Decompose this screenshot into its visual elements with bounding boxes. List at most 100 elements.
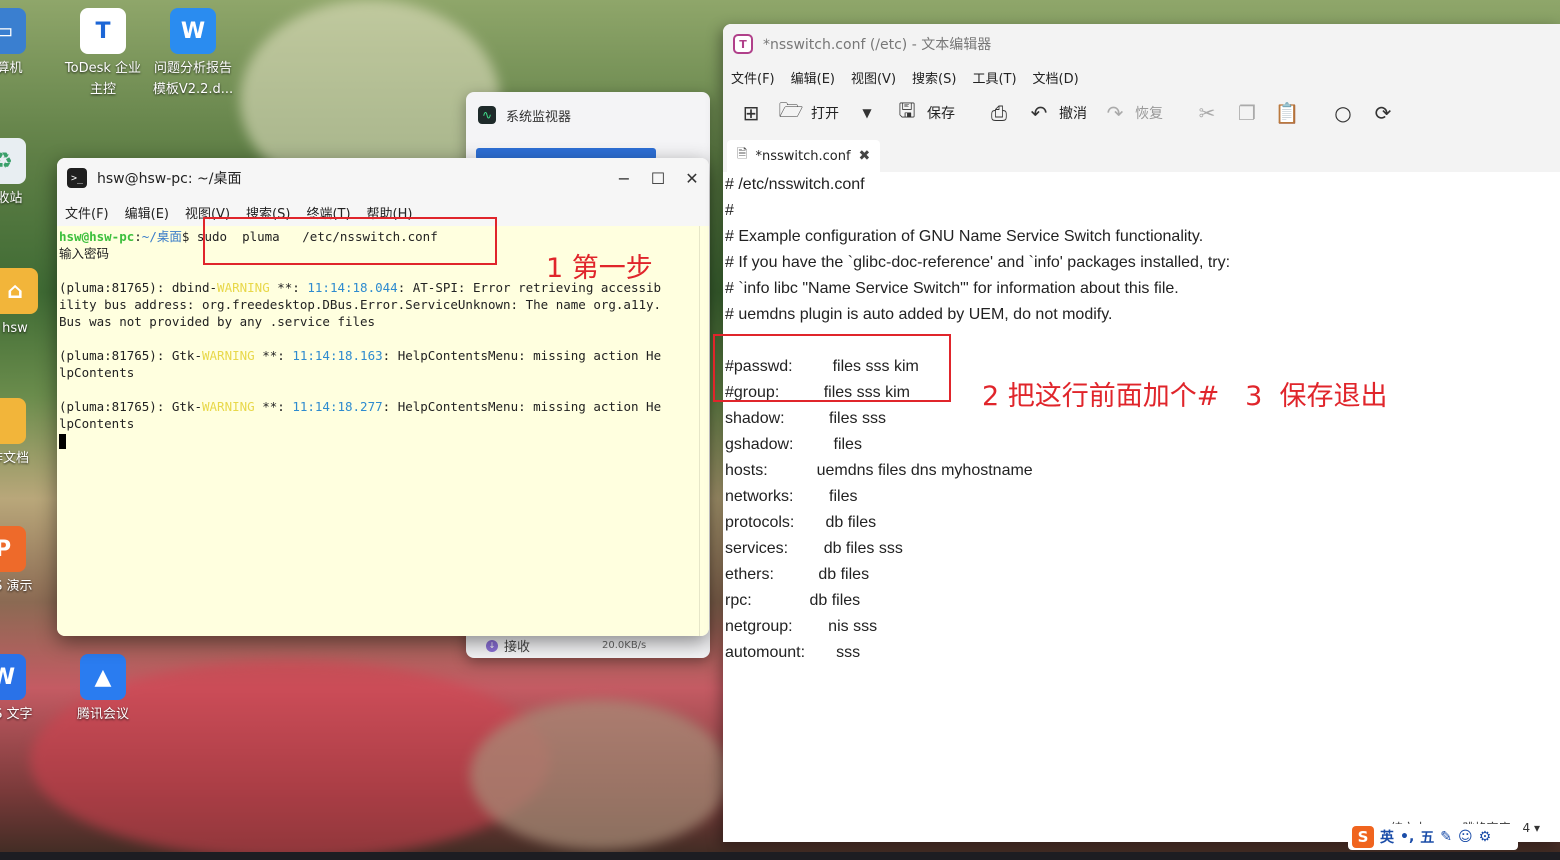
output-text: (pluma:81765): Gtk-: [59, 348, 202, 363]
warning-text: WARNING: [202, 348, 255, 363]
output-text: (pluma:81765): dbind-: [59, 280, 218, 295]
desktop-icon-label: 问题分析报告 模板V2.2.d...: [152, 61, 234, 97]
find-button[interactable]: ○: [1325, 95, 1361, 131]
desktop-icon-wps-present[interactable]: P WPS 演示: [0, 526, 46, 597]
menu-search[interactable]: 搜索(S): [912, 68, 956, 87]
terminal-titlebar[interactable]: >_ hsw@hsw-pc: ~/桌面 − ☐ ✕: [57, 158, 709, 198]
undo-icon: ↶: [1030, 101, 1048, 125]
open-recent-dropdown[interactable]: ▼: [849, 95, 885, 131]
save-button[interactable]: 🖫 保存: [889, 95, 961, 131]
editor-titlebar[interactable]: T *nsswitch.conf (/etc) - 文本编辑器: [723, 24, 1560, 64]
system-monitor-title: 系统监视器: [506, 109, 572, 125]
menu-documents[interactable]: 文档(D): [1033, 68, 1079, 87]
ime-layout[interactable]: 五: [1420, 827, 1434, 847]
terminal-output-line: lpContents: [59, 416, 135, 431]
terminal-output[interactable]: hsw@hsw-pc:~/桌面$ sudo pluma /etc/nsswitc…: [57, 226, 699, 636]
menu-edit[interactable]: 编辑(E): [791, 68, 835, 87]
undo-button[interactable]: ↶ 撤消: [1021, 95, 1093, 131]
network-receive-speed: 20.0KB/s: [602, 640, 647, 651]
find-replace-button[interactable]: ⟳: [1365, 95, 1401, 131]
desktop-icon-workdocs[interactable]: 工作文档: [0, 398, 46, 469]
clipboard-icon: 📋: [1274, 101, 1300, 125]
redo-button[interactable]: ↷ 恢复: [1097, 95, 1169, 131]
output-text: : HelpContentsMenu: missing action He: [382, 348, 662, 363]
open-button[interactable]: 🗁 打开: [773, 95, 845, 131]
editor-toolbar: ⊞ 🗁 打开 ▼ 🖫 保存 ⎙ ↶ 撤消 ↷ 恢复 ✂ ❐ 📋 ○ ⟳: [723, 90, 1560, 136]
computer-icon: ▭: [0, 8, 26, 54]
system-monitor-icon: ∿: [478, 106, 496, 124]
desktop-icon-trash[interactable]: ♻ 回收站: [0, 138, 46, 209]
editor-line: # `info libc "Name Service Switch"' for …: [725, 280, 1179, 297]
editor-text-area[interactable]: # /etc/nsswitch.conf # # Example configu…: [723, 172, 1560, 812]
save-icon: 🖫: [898, 98, 916, 122]
editor-line: networks: files: [725, 488, 858, 505]
wps-writer-icon: W: [0, 654, 26, 700]
terminal-output-line: Bus was not provided by any .service fil…: [59, 314, 376, 329]
desktop-icon-wps-writer[interactable]: W WPS 文字: [0, 654, 46, 725]
paste-button[interactable]: 📋: [1269, 95, 1305, 131]
editor-line: # If you have the `glibc-doc-reference' …: [725, 254, 1231, 271]
ime-language-toggle[interactable]: 英: [1380, 827, 1394, 847]
new-document-button[interactable]: ⊞: [733, 95, 769, 131]
menu-file[interactable]: 文件(F): [731, 68, 775, 87]
terminal-icon: >_: [67, 168, 87, 188]
sogou-logo-icon: S: [1352, 826, 1374, 848]
pen-icon[interactable]: ✎: [1440, 829, 1452, 845]
desktop-icon-label: 回收站: [0, 191, 23, 206]
input-method-bar[interactable]: S 英 •, 五 ✎ ☺ ⚙: [1348, 824, 1518, 850]
ime-punctuation-toggle[interactable]: •,: [1400, 829, 1414, 845]
folder-open-icon: 🗁: [778, 98, 804, 122]
settings-gear-icon[interactable]: ⚙: [1479, 829, 1492, 845]
editor-line: # /etc/nsswitch.conf: [725, 176, 865, 193]
output-text: **:: [269, 280, 308, 295]
desktop-icon-hsw[interactable]: ⌂ hsw: [0, 268, 58, 339]
system-monitor-titlebar[interactable]: ∿ 系统监视器: [466, 92, 710, 138]
print-button[interactable]: ⎙: [981, 95, 1017, 131]
desktop-icon-label: WPS 演示: [0, 579, 33, 594]
open-label: 打开: [811, 106, 839, 122]
output-text: **:: [254, 348, 293, 363]
menu-edit[interactable]: 编辑(E): [125, 203, 169, 222]
output-text: (pluma:81765): Gtk-: [59, 399, 202, 414]
timestamp: 11:14:18.163: [292, 348, 383, 363]
desktop-icon-report[interactable]: W 问题分析报告 模板V2.2.d...: [150, 8, 236, 100]
terminal-scrollbar[interactable]: [699, 226, 709, 636]
editor-line: automount: sss: [725, 644, 861, 661]
menu-tools[interactable]: 工具(T): [972, 68, 1016, 87]
close-tab-icon[interactable]: ✖: [859, 148, 871, 164]
editor-line: rpc: db files: [725, 592, 861, 609]
folder-icon: ⌂: [0, 268, 38, 314]
warning-text: WARNING: [217, 280, 270, 295]
desktop-icon-todesk[interactable]: T ToDesk 企业 主控: [60, 8, 146, 100]
copy-button[interactable]: ❐: [1229, 95, 1265, 131]
wps-presentation-icon: P: [0, 526, 26, 572]
text-editor-window[interactable]: T *nsswitch.conf (/etc) - 文本编辑器 文件(F) 编辑…: [723, 24, 1560, 842]
cut-button[interactable]: ✂: [1189, 95, 1225, 131]
prompt-user: hsw@hsw-pc: [59, 229, 135, 244]
editor-line: hosts: uemdns files dns myhostname: [725, 462, 1033, 479]
network-receive-label: 接收: [504, 640, 531, 655]
editor-menubar: 文件(F) 编辑(E) 视图(V) 搜索(S) 工具(T) 文档(D): [723, 64, 1560, 90]
desktop-icon-tencent-meeting[interactable]: ▲ 腾讯会议: [60, 654, 146, 725]
search-icon: ○: [1334, 101, 1352, 125]
editor-line: gshadow: files: [725, 436, 862, 453]
prompt-path: ~/桌面: [141, 229, 182, 244]
close-button[interactable]: ✕: [675, 158, 709, 198]
emoji-icon[interactable]: ☺: [1458, 829, 1473, 845]
editor-title: *nsswitch.conf (/etc) - 文本编辑器: [763, 37, 992, 53]
maximize-button[interactable]: ☐: [641, 158, 675, 198]
desktop-icon-computer[interactable]: ▭ 计算机: [0, 8, 46, 79]
tab-label: *nsswitch.conf: [755, 148, 851, 164]
editor-line: services: db files sss: [725, 540, 903, 557]
terminal-cursor-line: [59, 432, 697, 449]
desktop-icon-label: 计算机: [0, 61, 23, 76]
folder-icon: [0, 398, 26, 444]
terminal-cursor: [59, 434, 66, 449]
chevron-down-icon: ▼: [862, 106, 872, 120]
minimize-button[interactable]: −: [607, 158, 641, 198]
terminal-output-line: (pluma:81765): Gtk-WARNING **: 11:14:18.…: [59, 398, 697, 415]
menu-file[interactable]: 文件(F): [65, 203, 109, 222]
menu-view[interactable]: 视图(V): [851, 68, 896, 87]
tab-nsswitch-conf[interactable]: 🗎 *nsswitch.conf ✖: [727, 140, 881, 172]
download-arrow-icon: ↓: [486, 639, 498, 652]
